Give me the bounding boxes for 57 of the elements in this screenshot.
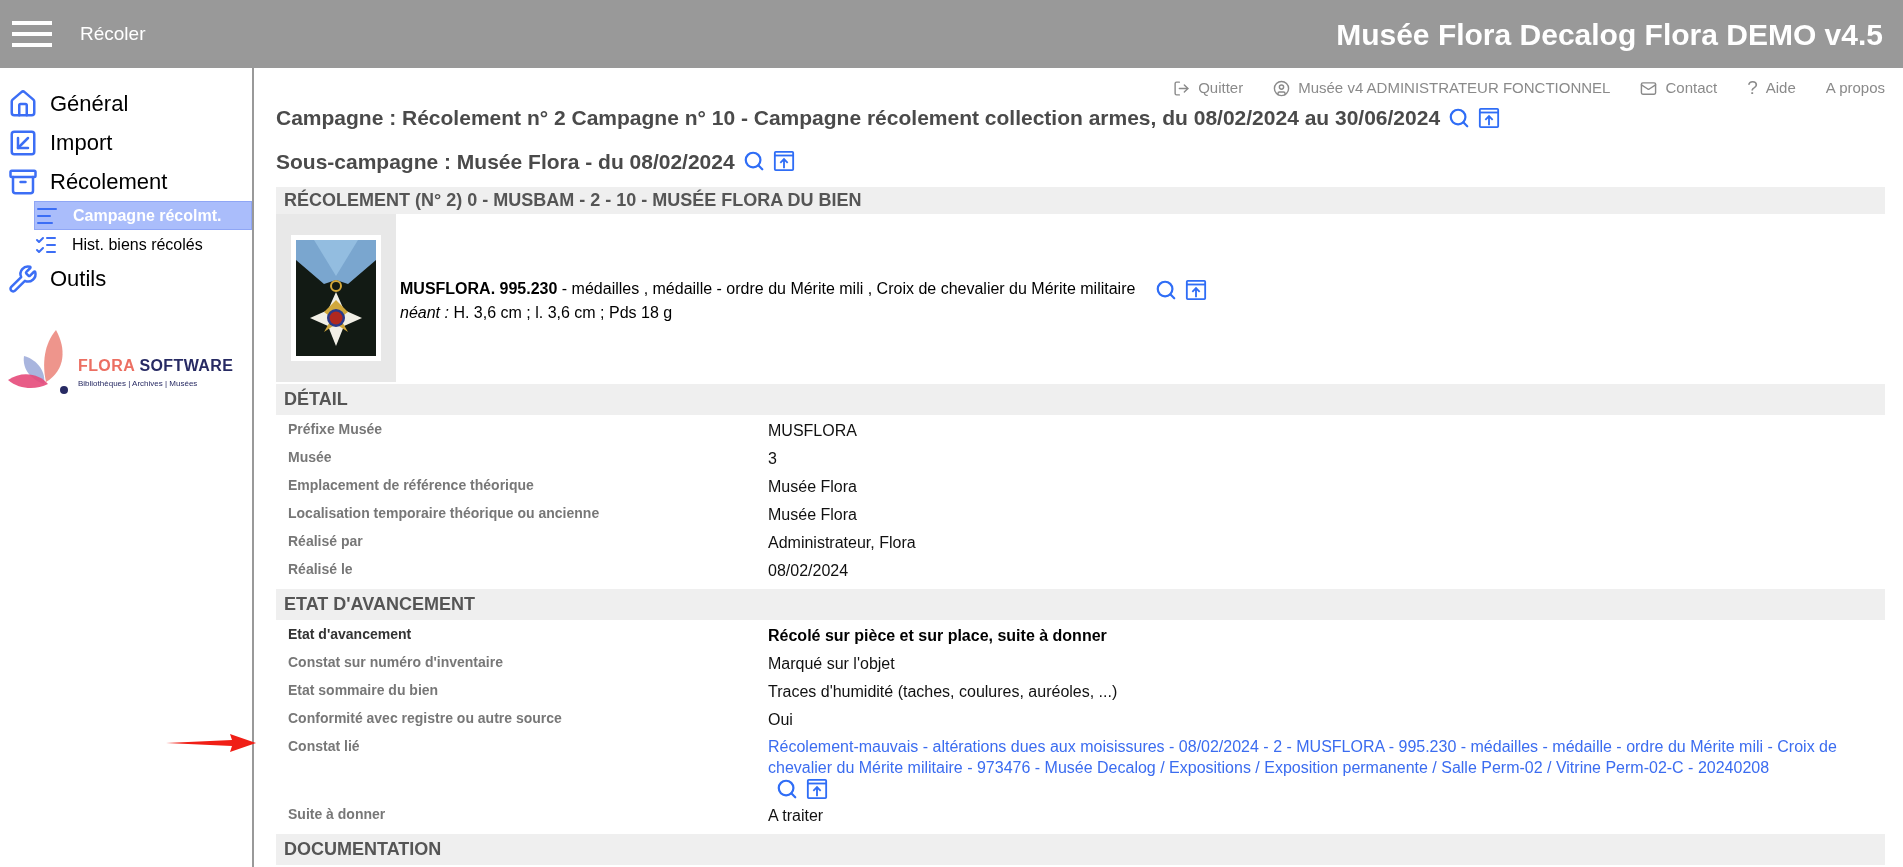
field-value: Oui xyxy=(768,710,793,730)
nav-item[interactable]: Import xyxy=(0,123,252,162)
home-icon xyxy=(8,88,38,119)
brand-name: FLORA SOFTWARE xyxy=(78,357,234,374)
section-header: RÉCOLEMENT (N° 2) 0 - MUSBAM - 2 - 10 - MUSÉE FLORA DU BIEN xyxy=(276,187,1885,214)
object-dimensions: néant : H. 3,6 cm ; l. 3,6 cm ; Pds 18 g xyxy=(400,303,674,323)
nav-subitem[interactable]: Hist. biens récolés xyxy=(34,230,252,259)
section-header: DÉTAIL xyxy=(276,384,1885,415)
linked-report-link[interactable]: Récolement-mauvais - altérations dues aux moisissures - 08/02/2024 - 2 - MUSFLORA - 995.230 - médailles - médaille - ordre du Mérite mili - Croix de chevalier du Mérite militaire - 973476 - Musée Decalog / Expositions / Exposition permanente / Salle Perm-02 / Vitrine Perm-02-C - 20240208 xyxy=(768,736,1885,778)
field-value: 3 xyxy=(768,449,777,469)
field-value: Administrateur, Flora xyxy=(768,533,916,553)
field-value: Marqué sur l'objet xyxy=(768,654,895,674)
field-label: Réalisé le xyxy=(288,560,354,579)
section-header: ETAT D'AVANCEMENT xyxy=(276,589,1885,620)
mail-icon xyxy=(1640,79,1658,97)
subcampaign-title: Sous-campagne : Musée Flora - du 08/02/2024 xyxy=(276,148,735,175)
flower-logo-icon xyxy=(8,330,70,394)
header-link[interactable]: A propos xyxy=(1825,76,1885,100)
nav-item[interactable]: Général xyxy=(0,84,252,123)
header-link[interactable]: Musée v4 ADMINISTRATEUR FONCTIONNEL xyxy=(1273,76,1611,100)
user-icon xyxy=(1273,79,1291,97)
nav-item[interactable]: Outils xyxy=(0,259,252,298)
field-value: MUSFLORA xyxy=(768,421,857,441)
field-label: Suite à donner xyxy=(288,805,387,824)
search-icon[interactable] xyxy=(742,150,765,173)
wrench-icon xyxy=(8,263,38,294)
field-label: Constat sur numéro d'inventaire xyxy=(288,653,504,672)
field-value: Traces d'humidité (taches, coulures, auréoles, ...) xyxy=(768,682,1118,702)
header-link[interactable]: ? Aide xyxy=(1747,73,1796,103)
field-value: 08/02/2024 xyxy=(768,561,849,581)
section-header: DOCUMENTATION xyxy=(276,834,1885,865)
nav-item[interactable]: Récolement xyxy=(0,162,252,201)
header-link[interactable]: Quitter xyxy=(1173,76,1244,100)
field-label: Préfixe Musée xyxy=(288,420,384,439)
section-title: Récoler xyxy=(80,21,146,46)
campaign-title: Campagne : Récolement n° 2 Campagne n° 10 - Campagne récolement collection armes, du 08/02/2024 au 30/06/2024 xyxy=(276,105,1441,131)
field-label: Etat d'avancement xyxy=(288,625,413,644)
field-label: Etat sommaire du bien xyxy=(288,681,440,700)
field-label: Constat lié xyxy=(288,737,361,756)
search-icon[interactable] xyxy=(1155,278,1178,301)
object-description: MUSFLORA. 995.230 - médailles , médaille - ordre du Mérite mili , Croix de chevalier du Mérite militaire xyxy=(400,279,1136,299)
field-label: Emplacement de référence théorique xyxy=(288,476,535,495)
exit-icon xyxy=(1173,79,1191,97)
brand-tagline: Bibliothèques | Archives | Musées xyxy=(78,378,199,390)
field-label: Localisation temporaire théorique ou ancienne xyxy=(288,504,601,523)
header-link[interactable]: Contact xyxy=(1640,76,1718,100)
field-value: A traiter xyxy=(768,806,824,826)
field-value: Musée Flora xyxy=(768,477,857,497)
menu-icon[interactable] xyxy=(12,20,52,48)
field-label: Musée xyxy=(288,448,333,467)
field-value: Musée Flora xyxy=(768,505,857,525)
search-icon[interactable] xyxy=(776,778,798,800)
field-label: Conformité avec registre ou autre source xyxy=(288,709,563,728)
app-title: Musée Flora Decalog Flora DEMO v4.5 xyxy=(1336,16,1883,53)
field-label: Réalisé par xyxy=(288,532,364,551)
search-icon[interactable] xyxy=(1448,106,1471,129)
field-value: Récolé sur pièce et sur place, suite à donner xyxy=(768,626,1107,646)
